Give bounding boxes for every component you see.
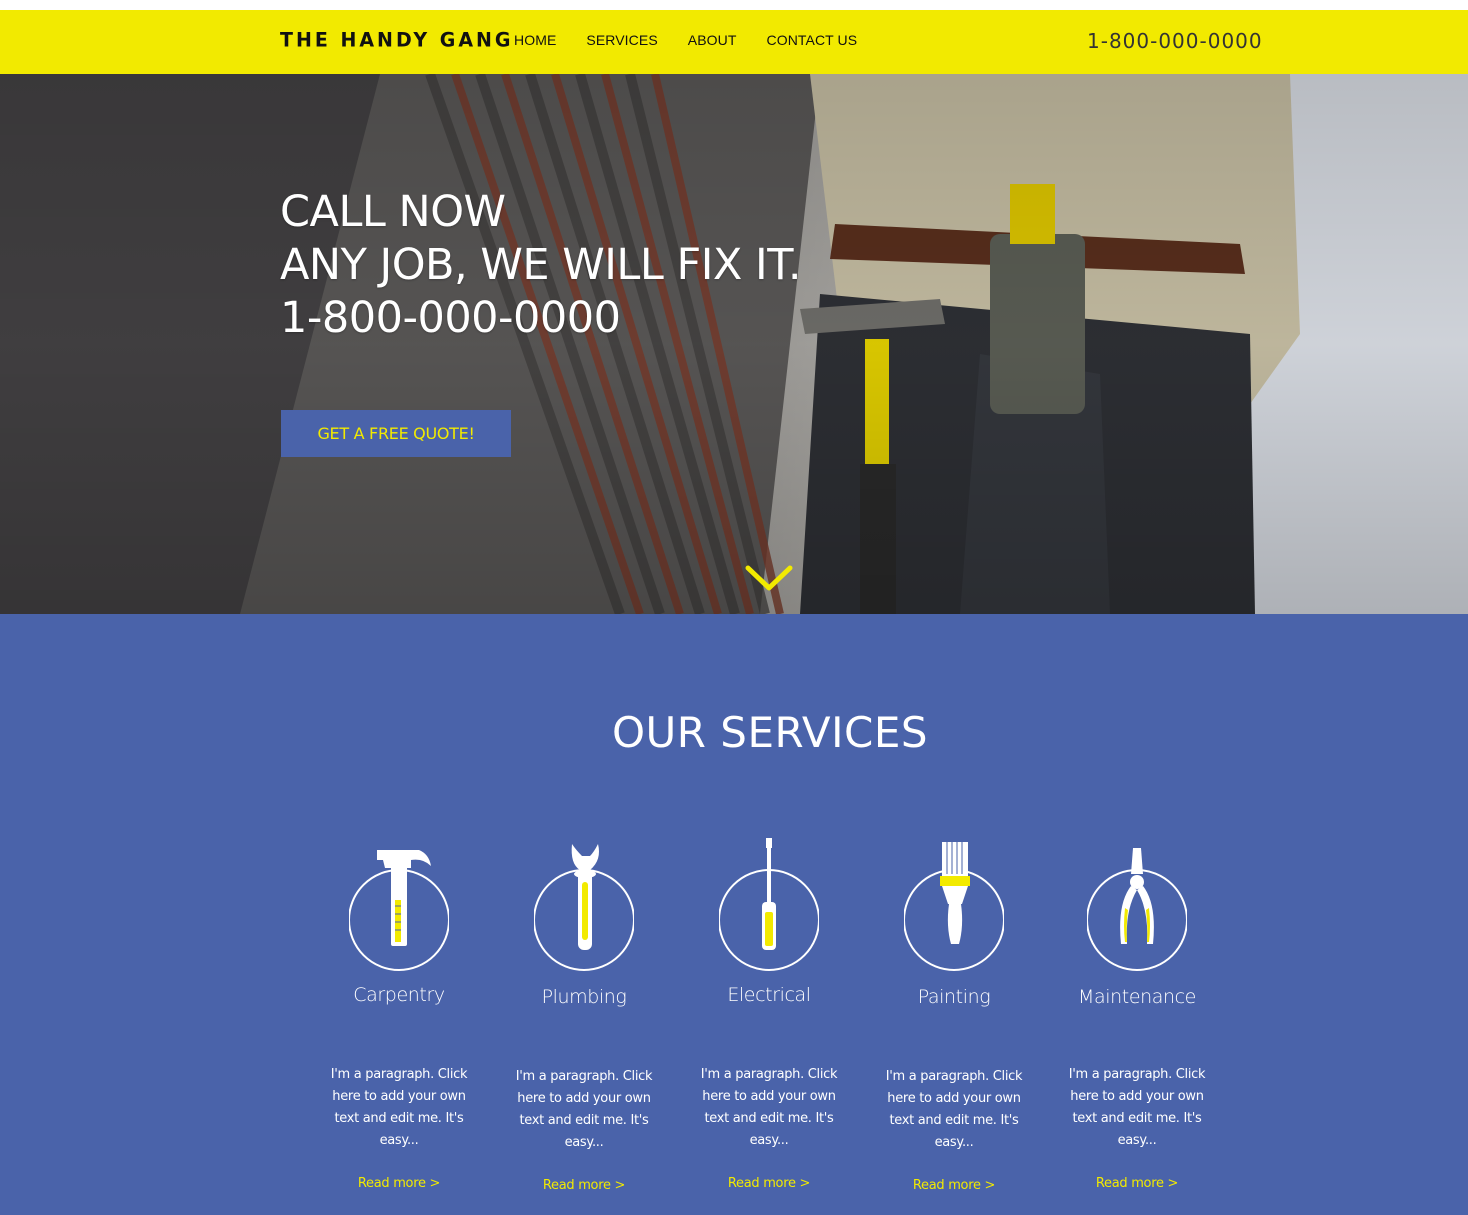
top-strip [0, 0, 1468, 10]
read-more-painting[interactable]: Read more > [861, 1178, 1047, 1193]
services-section: OUR SERVICES Carpentry I'm a paragraph. … [0, 614, 1468, 1215]
read-more-electrical[interactable]: Read more > [676, 1176, 862, 1191]
services-heading: OUR SERVICES [611, 708, 929, 757]
read-more-maintenance[interactable]: Read more > [1044, 1176, 1230, 1191]
nav-home[interactable]: HOME [514, 32, 556, 48]
main-nav: HOME SERVICES ABOUT CONTACT US [514, 32, 887, 48]
hero-line-tagline: ANY JOB, WE WILL FIX IT. [280, 240, 802, 290]
read-more-carpentry[interactable]: Read more > [306, 1176, 492, 1191]
service-name-plumbing: Plumbing [541, 986, 627, 1008]
service-desc-maintenance: I'm a paragraph. Click here to add your … [1068, 1067, 1206, 1148]
wrench-icon [534, 844, 634, 971]
service-name-electrical: Electrical [727, 984, 811, 1006]
hero-line-call-now: CALL NOW [280, 187, 506, 237]
service-desc-painting: I'm a paragraph. Click here to add your … [885, 1069, 1023, 1150]
service-desc-electrical: I'm a paragraph. Click here to add your … [700, 1067, 838, 1148]
chevron-down-icon[interactable] [744, 562, 794, 594]
hero-headline: CALL NOW ANY JOB, WE WILL FIX IT. 1-800-… [280, 186, 802, 345]
nav-contact-us[interactable]: CONTACT US [767, 32, 858, 48]
read-more-plumbing[interactable]: Read more > [491, 1178, 677, 1193]
get-free-quote-button[interactable]: GET A FREE QUOTE! [281, 410, 511, 457]
service-name-painting: Painting [917, 986, 991, 1008]
site-header: THE HANDY GANG HOME SERVICES ABOUT CONTA… [0, 10, 1468, 74]
service-desc-plumbing: I'm a paragraph. Click here to add your … [515, 1069, 653, 1150]
nav-services[interactable]: SERVICES [586, 32, 657, 48]
service-electrical: Electrical I'm a paragraph. Click here t… [676, 834, 862, 1191]
site-logo[interactable]: THE HANDY GANG [280, 28, 514, 51]
service-name-carpentry: Carpentry [353, 984, 445, 1006]
header-phone[interactable]: 1-800-000-0000 [1087, 29, 1263, 53]
paintbrush-icon [904, 842, 1004, 971]
screwdriver-icon [719, 838, 819, 971]
service-name-maintenance: Maintenance [1078, 986, 1196, 1008]
service-maintenance: Maintenance I'm a paragraph. Click here … [1044, 834, 1230, 1191]
hammer-icon [349, 850, 449, 971]
service-desc-carpentry: I'm a paragraph. Click here to add your … [330, 1067, 468, 1148]
service-carpentry: Carpentry I'm a paragraph. Click here to… [306, 834, 492, 1191]
hero-line-phone[interactable]: 1-800-000-0000 [280, 292, 801, 345]
service-plumbing: Plumbing I'm a paragraph. Click here to … [491, 834, 677, 1193]
hero-section: CALL NOW ANY JOB, WE WILL FIX IT. 1-800-… [0, 74, 1468, 614]
pliers-icon [1087, 848, 1187, 971]
service-painting: Painting I'm a paragraph. Click here to … [861, 834, 1047, 1193]
nav-about[interactable]: ABOUT [688, 32, 737, 48]
